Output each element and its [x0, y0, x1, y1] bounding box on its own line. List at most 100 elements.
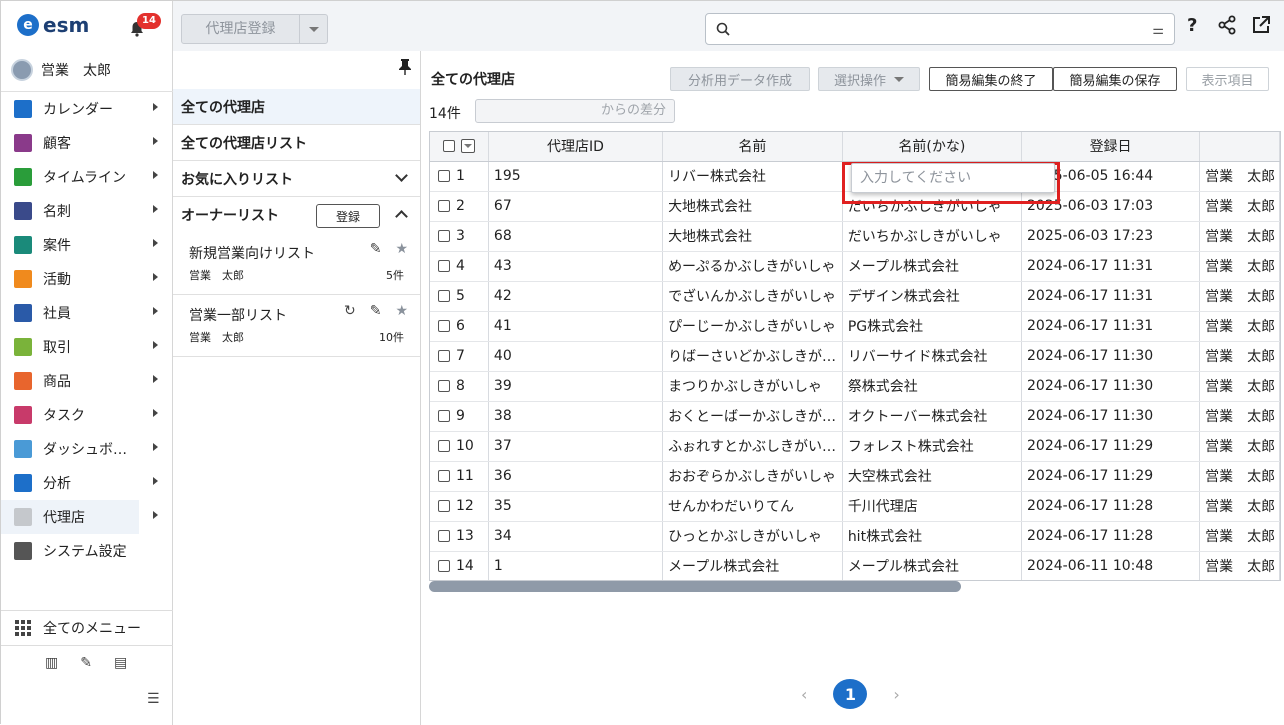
diff-input[interactable]: からの差分 [475, 99, 675, 123]
sidebar-item[interactable]: 取引 [1, 330, 173, 364]
column-header[interactable]: 代理店ID [488, 132, 664, 162]
cell-id[interactable]: 67 [488, 191, 664, 222]
cell-name[interactable]: ふぉれすとかぶしきがい… [662, 431, 843, 462]
search-input[interactable]: ⚌ [705, 13, 1175, 45]
row-select-cell[interactable]: 12 [430, 491, 489, 522]
cell-name[interactable]: せんかわだいりてん [662, 491, 843, 522]
table-row[interactable]: 5 42 でざいんかぶしきがいしゃ デザイン株式会社 2024-06-17 11:31 営… [430, 281, 1280, 312]
column-header[interactable]: 名前(かな) [842, 132, 1023, 162]
cell-id[interactable]: 43 [488, 251, 664, 282]
row-select-cell[interactable]: 13 [430, 521, 489, 552]
column-header[interactable]: 登録日 [1021, 132, 1201, 162]
table-row[interactable]: 6 41 ぴーじーかぶしきがいしゃ PG株式会社 2024-06-17 11:31 営業 … [430, 311, 1280, 342]
cell-id[interactable]: 34 [488, 521, 664, 552]
sidebar-item[interactable]: 案件 [1, 228, 173, 262]
sidebar-item[interactable]: 分析 [1, 466, 173, 500]
row-checkbox[interactable] [438, 230, 450, 242]
cell-owner[interactable]: 営業 太郎 [1199, 251, 1280, 282]
table-row[interactable]: 13 34 ひっとかぶしきがいしゃ hit株式会社 2024-06-17 11:28 営業… [430, 521, 1280, 552]
row-select-cell[interactable]: 10 [430, 431, 489, 462]
list-all-agencies[interactable]: 全ての代理店 [173, 89, 420, 125]
cell-id[interactable]: 195 [488, 161, 664, 192]
cell-name[interactable]: リバー株式会社 [662, 161, 843, 192]
table-row[interactable]: 7 40 りばーさいどかぶしきが… リバーサイド株式会社 2024-06-17 11:3… [430, 341, 1280, 372]
select-menu-dropdown[interactable] [460, 139, 475, 154]
cell-owner[interactable]: 営業 太郎 [1199, 161, 1280, 192]
cell-kana[interactable]: hit株式会社 [842, 521, 1023, 552]
cell-owner[interactable]: 営業 太郎 [1199, 431, 1280, 462]
sidebar-item[interactable]: 顧客 [1, 126, 173, 160]
list-favorites[interactable]: お気に入りリスト [173, 161, 420, 197]
cell-kana[interactable]: リバーサイド株式会社 [842, 341, 1023, 372]
cell-kana[interactable]: デザイン株式会社 [842, 281, 1023, 312]
cell-owner[interactable]: 営業 太郎 [1199, 371, 1280, 402]
share-icon[interactable] [1217, 15, 1237, 40]
help-icon[interactable]: ? [1187, 15, 1197, 36]
cell-kana[interactable]: フォレスト株式会社 [842, 431, 1023, 462]
cell-name[interactable]: おおぞらかぶしきがいしゃ [662, 461, 843, 492]
cell-owner[interactable]: 営業 太郎 [1199, 551, 1280, 580]
row-select-cell[interactable]: 2 [430, 191, 489, 222]
row-checkbox[interactable] [438, 200, 450, 212]
cell-id[interactable]: 42 [488, 281, 664, 312]
sidebar-item[interactable]: 活動 [1, 262, 173, 296]
saved-list-item[interactable]: 新規営業向けリスト 営業 太郎 5件 ✎ ★ [173, 233, 420, 295]
row-checkbox[interactable] [438, 260, 450, 272]
cell-name[interactable]: りばーさいどかぶしきが… [662, 341, 843, 372]
cell-owner[interactable]: 営業 太郎 [1199, 191, 1280, 222]
cell-name[interactable]: でざいんかぶしきがいしゃ [662, 281, 843, 312]
header-select-all[interactable] [430, 132, 489, 162]
cell-id[interactable]: 68 [488, 221, 664, 252]
row-select-cell[interactable]: 4 [430, 251, 489, 282]
row-checkbox[interactable] [438, 170, 450, 182]
cell-date[interactable]: 2024-06-17 11:28 [1021, 491, 1201, 522]
logo[interactable]: e esm [17, 13, 89, 37]
cell-id[interactable]: 39 [488, 371, 664, 402]
cell-owner[interactable]: 営業 太郎 [1199, 461, 1280, 492]
row-checkbox[interactable] [438, 380, 450, 392]
cell-kana[interactable]: メープル株式会社 [842, 251, 1023, 282]
cell-kana[interactable]: 大空株式会社 [842, 461, 1023, 492]
collapse-sidebar-icon[interactable]: ☰ [147, 691, 160, 707]
cell-date[interactable]: 2024-06-17 11:31 [1021, 281, 1201, 312]
row-checkbox[interactable] [438, 500, 450, 512]
sidebar-item[interactable]: 社員 [1, 296, 173, 330]
table-row[interactable]: 8 39 まつりかぶしきがいしゃ 祭株式会社 2024-06-17 11:30 営業 太郎 [430, 371, 1280, 402]
cell-date[interactable]: 2025-06-03 17:23 [1021, 221, 1201, 252]
table-row[interactable]: 10 37 ふぉれすとかぶしきがい… フォレスト株式会社 2024-06-17 11:2… [430, 431, 1280, 462]
cell-name[interactable]: ぴーじーかぶしきがいしゃ [662, 311, 843, 342]
column-header[interactable] [1199, 132, 1280, 162]
create-analysis-data-button[interactable]: 分析用データ作成 [670, 67, 810, 91]
filter-settings-icon[interactable]: ⚌ [1152, 23, 1164, 38]
table-row[interactable]: 12 35 せんかわだいりてん 千川代理店 2024-06-17 11:28 営業 太郎 [430, 491, 1280, 522]
saved-list-item[interactable]: 営業一部リスト 営業 太郎 10件 ↻ ✎ ★ [173, 295, 420, 357]
cell-name[interactable]: メープル株式会社 [662, 551, 843, 580]
table-row[interactable]: 14 1 メープル株式会社 メープル株式会社 2024-06-11 10:48 営業 太郎 [430, 551, 1280, 580]
prev-page-icon[interactable]: ‹ [801, 685, 807, 704]
cell-id[interactable]: 41 [488, 311, 664, 342]
row-checkbox[interactable] [438, 410, 450, 422]
row-select-cell[interactable]: 5 [430, 281, 489, 312]
sidebar-item[interactable]: 商品 [1, 364, 173, 398]
cell-kana[interactable]: オクトーバー株式会社 [842, 401, 1023, 432]
row-checkbox[interactable] [438, 320, 450, 332]
cell-id[interactable]: 40 [488, 341, 664, 372]
cell-kana[interactable]: メープル株式会社 [842, 551, 1023, 580]
row-select-cell[interactable]: 14 [430, 551, 489, 580]
edit-icon[interactable]: ✎ [370, 241, 382, 257]
row-select-cell[interactable]: 7 [430, 341, 489, 372]
cell-name[interactable]: まつりかぶしきがいしゃ [662, 371, 843, 402]
cell-name[interactable]: めーぷるかぶしきがいしゃ [662, 251, 843, 282]
cell-id[interactable]: 36 [488, 461, 664, 492]
cell-id[interactable]: 37 [488, 431, 664, 462]
cell-name[interactable]: おくとーばーかぶしきが… [662, 401, 843, 432]
chevron-up-icon[interactable] [395, 210, 408, 223]
refresh-icon[interactable]: ↻ [344, 303, 356, 319]
pin-icon[interactable] [399, 59, 411, 79]
sidebar-item[interactable]: 代理店 [1, 500, 158, 534]
row-checkbox[interactable] [438, 530, 450, 542]
row-select-cell[interactable]: 1 [430, 161, 489, 192]
register-dropdown[interactable] [300, 26, 327, 32]
cell-date[interactable]: 2024-06-17 11:28 [1021, 521, 1201, 552]
list-owner[interactable]: オーナーリスト 登録 [173, 197, 420, 233]
